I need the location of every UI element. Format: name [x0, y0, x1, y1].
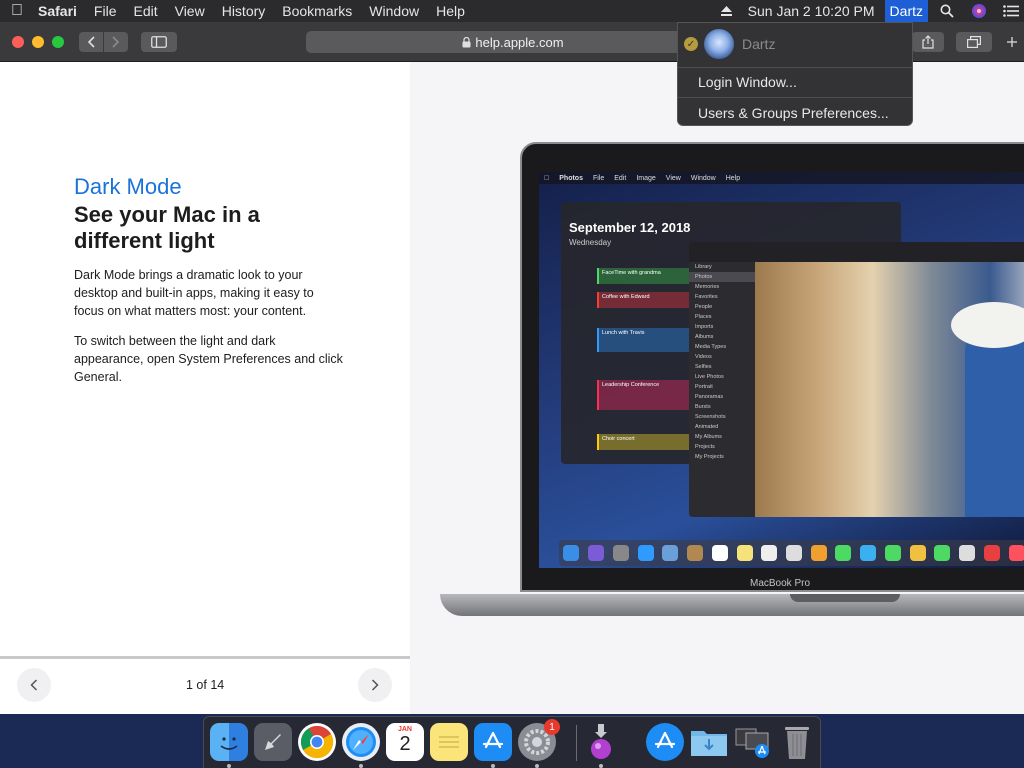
- mock-calendar-date: September 12, 2018: [569, 220, 691, 235]
- current-user-item[interactable]: ✓ Dartz: [678, 23, 912, 65]
- laptop-screen:  Photos File Edit Image View Window Hel…: [539, 172, 1024, 568]
- plus-icon: [1007, 37, 1017, 47]
- eject-icon[interactable]: [716, 5, 738, 17]
- installer-download-icon[interactable]: [582, 723, 620, 761]
- macbook-mockup-image:  Photos File Edit Image View Window Hel…: [440, 142, 1024, 616]
- address-bar-url: help.apple.com: [475, 34, 564, 50]
- notification-badge: 1: [544, 719, 560, 735]
- menu-window[interactable]: Window: [361, 3, 428, 19]
- menu-file[interactable]: File: [85, 3, 125, 19]
- running-indicator: [599, 764, 603, 768]
- login-window-item[interactable]: Login Window...: [698, 74, 797, 90]
- menu-clock[interactable]: Sun Jan 2 10:20 PM: [744, 3, 879, 19]
- mock-photos-sidebar: Library Photos Memories Favorites People…: [689, 262, 755, 517]
- menu-help[interactable]: Help: [428, 3, 474, 19]
- pager-progress-track: [0, 656, 410, 659]
- window-close-button[interactable]: [12, 36, 24, 48]
- menu-separator: [678, 97, 912, 98]
- mock-photos-window: Library Photos Memories Favorites People…: [689, 242, 1024, 517]
- laptop-base: [440, 594, 1024, 616]
- running-indicator: [491, 764, 495, 768]
- mock-photo: [755, 262, 1024, 517]
- calendar-icon-day: 2: [399, 733, 411, 755]
- show-all-tabs-button[interactable]: [956, 32, 992, 52]
- running-indicator: [227, 764, 231, 768]
- current-user-name: Dartz: [742, 36, 776, 52]
- spotlight-search-icon[interactable]: [934, 4, 960, 18]
- applications-stack-icon[interactable]: [734, 723, 772, 761]
- share-icon: [922, 35, 934, 49]
- forward-button[interactable]: [104, 32, 128, 52]
- address-bar[interactable]: help.apple.com: [306, 31, 720, 53]
- previous-slide-button[interactable]: [17, 668, 51, 702]
- next-slide-button[interactable]: [358, 668, 392, 702]
- page-title: See your Mac in a different light: [74, 202, 260, 253]
- users-groups-preferences-item[interactable]: Users & Groups Preferences...: [698, 105, 889, 121]
- window-minimize-button[interactable]: [32, 36, 44, 48]
- section-eyebrow: Dark Mode: [74, 174, 182, 199]
- back-button[interactable]: [79, 32, 103, 52]
- paragraph-2: To switch between the light and dark app…: [74, 334, 343, 384]
- chrome-icon[interactable]: [298, 723, 336, 761]
- laptop-model-label: MacBook Pro: [749, 578, 811, 589]
- sidebar-icon: [151, 36, 167, 48]
- tabs-icon: [967, 36, 981, 48]
- dock-separator: [576, 725, 577, 761]
- share-button[interactable]: [912, 32, 944, 52]
- notes-icon[interactable]: [430, 723, 468, 761]
- calendar-icon[interactable]: JAN 2: [386, 723, 424, 761]
- safari-icon[interactable]: [342, 723, 380, 761]
- laptop-lid:  Photos File Edit Image View Window Hel…: [520, 142, 1024, 592]
- menu-bar:  Safari File Edit View History Bookmark…: [0, 0, 1024, 22]
- user-avatar: [704, 29, 734, 59]
- menu-history[interactable]: History: [213, 3, 274, 19]
- app-store-downloads-icon[interactable]: [646, 723, 684, 761]
- chevron-left-icon: [87, 36, 95, 48]
- window-fullscreen-button[interactable]: [52, 36, 64, 48]
- web-page: Dark Mode See your Mac in a different li…: [0, 62, 1024, 714]
- siri-icon[interactable]: [966, 3, 992, 19]
- app-store-icon[interactable]: [474, 723, 512, 761]
- mock-menu-bar:  Photos File Edit Image View Window Hel…: [539, 172, 1024, 184]
- mock-dock: [559, 540, 1024, 566]
- sidebar-toggle-button[interactable]: [141, 32, 177, 52]
- trash-icon[interactable]: [778, 723, 816, 761]
- chevron-left-icon: [30, 679, 38, 691]
- laptop-base-notch: [790, 594, 900, 602]
- fast-user-switch-dropdown: ✓ Dartz Login Window... Users & Groups P…: [677, 22, 913, 126]
- slide-counter: 1 of 14: [186, 678, 225, 692]
- menu-view[interactable]: View: [166, 3, 213, 19]
- menu-edit[interactable]: Edit: [125, 3, 166, 19]
- gallery-pager: 1 of 14: [0, 656, 410, 714]
- calendar-icon-month: JAN: [397, 726, 412, 733]
- article-text: Dark Mode See your Mac in a different li…: [74, 174, 344, 386]
- lock-icon: [462, 36, 471, 47]
- finder-icon[interactable]: [210, 723, 248, 761]
- system-preferences-icon[interactable]: 1: [518, 719, 560, 761]
- checkmark-icon: ✓: [684, 37, 698, 51]
- chevron-right-icon: [371, 679, 379, 691]
- mock-calendar-weekday: Wednesday: [569, 238, 612, 247]
- menu-bookmarks[interactable]: Bookmarks: [274, 3, 361, 19]
- launchpad-icon[interactable]: [254, 723, 292, 761]
- notification-center-icon[interactable]: [998, 5, 1024, 17]
- fast-user-switch-menu[interactable]: Dartz: [884, 0, 928, 22]
- menu-separator: [678, 67, 912, 68]
- photo-person: [965, 322, 1024, 517]
- new-tab-button[interactable]: [1000, 32, 1024, 52]
- dock: JAN 2 1: [203, 716, 821, 768]
- apple-menu-icon[interactable]: : [0, 2, 34, 20]
- paragraph-1: Dark Mode brings a dramatic look to your…: [74, 268, 314, 318]
- running-indicator: [535, 764, 539, 768]
- photo-hat: [951, 302, 1024, 348]
- chevron-right-icon: [112, 36, 120, 48]
- running-indicator: [359, 764, 363, 768]
- menu-app-safari[interactable]: Safari: [34, 3, 85, 19]
- downloads-folder-icon[interactable]: [690, 723, 728, 761]
